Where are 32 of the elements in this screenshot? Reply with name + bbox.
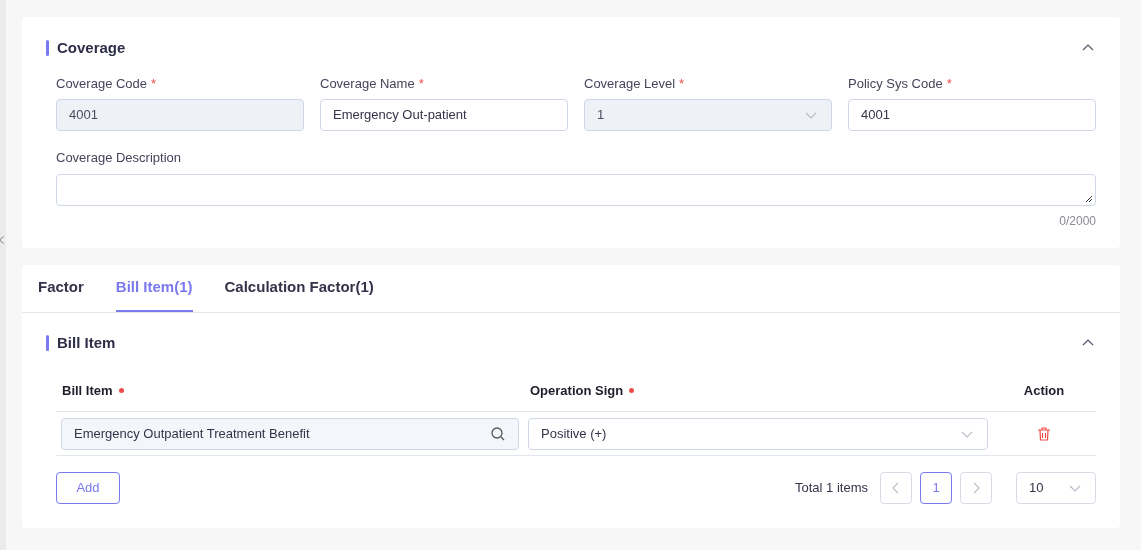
field-label: Policy Sys Code: [848, 74, 943, 93]
total-items: Total 1 items: [795, 479, 868, 498]
field-label: Coverage Code: [56, 74, 148, 93]
section-marker: [46, 40, 49, 57]
column-header: Action: [1023, 381, 1065, 400]
column-header: Operation Sign: [530, 381, 624, 400]
delete-button[interactable]: [1036, 425, 1052, 442]
trash-icon: [1036, 425, 1052, 442]
input-field[interactable]: Emergency Out-patient: [320, 99, 568, 131]
tab[interactable]: Calculation Factor(1): [224, 276, 374, 312]
input-field[interactable]: 4001: [848, 99, 1096, 131]
page-size-select[interactable]: 10: [1016, 472, 1096, 504]
field-label: Coverage Level: [584, 74, 676, 93]
section-title: Bill Item: [57, 332, 116, 353]
resize-handle-icon: [1085, 194, 1093, 203]
required-asterisk: *: [418, 74, 424, 93]
tab[interactable]: Bill Item(1): [115, 276, 193, 312]
field-label: Coverage Description: [56, 149, 182, 167]
search-icon: [490, 425, 506, 442]
required-asterisk: *: [151, 74, 157, 93]
section-marker: [46, 334, 49, 351]
character-counter: 0/2000: [1059, 212, 1096, 230]
operation-sign-select[interactable]: Positive (+): [528, 417, 988, 450]
page-button[interactable]: 1: [920, 472, 952, 504]
field-label: Coverage Name: [320, 74, 415, 93]
bill-item-search-field[interactable]: Emergency Outpatient Treatment Benefit: [61, 417, 519, 450]
tab[interactable]: Factor: [38, 276, 84, 312]
section-title: Coverage: [57, 38, 126, 58]
required-asterisk: *: [946, 74, 952, 93]
column-header: Bill Item: [62, 381, 113, 400]
add-button[interactable]: Add: [56, 472, 120, 504]
required-asterisk: *: [679, 74, 685, 93]
